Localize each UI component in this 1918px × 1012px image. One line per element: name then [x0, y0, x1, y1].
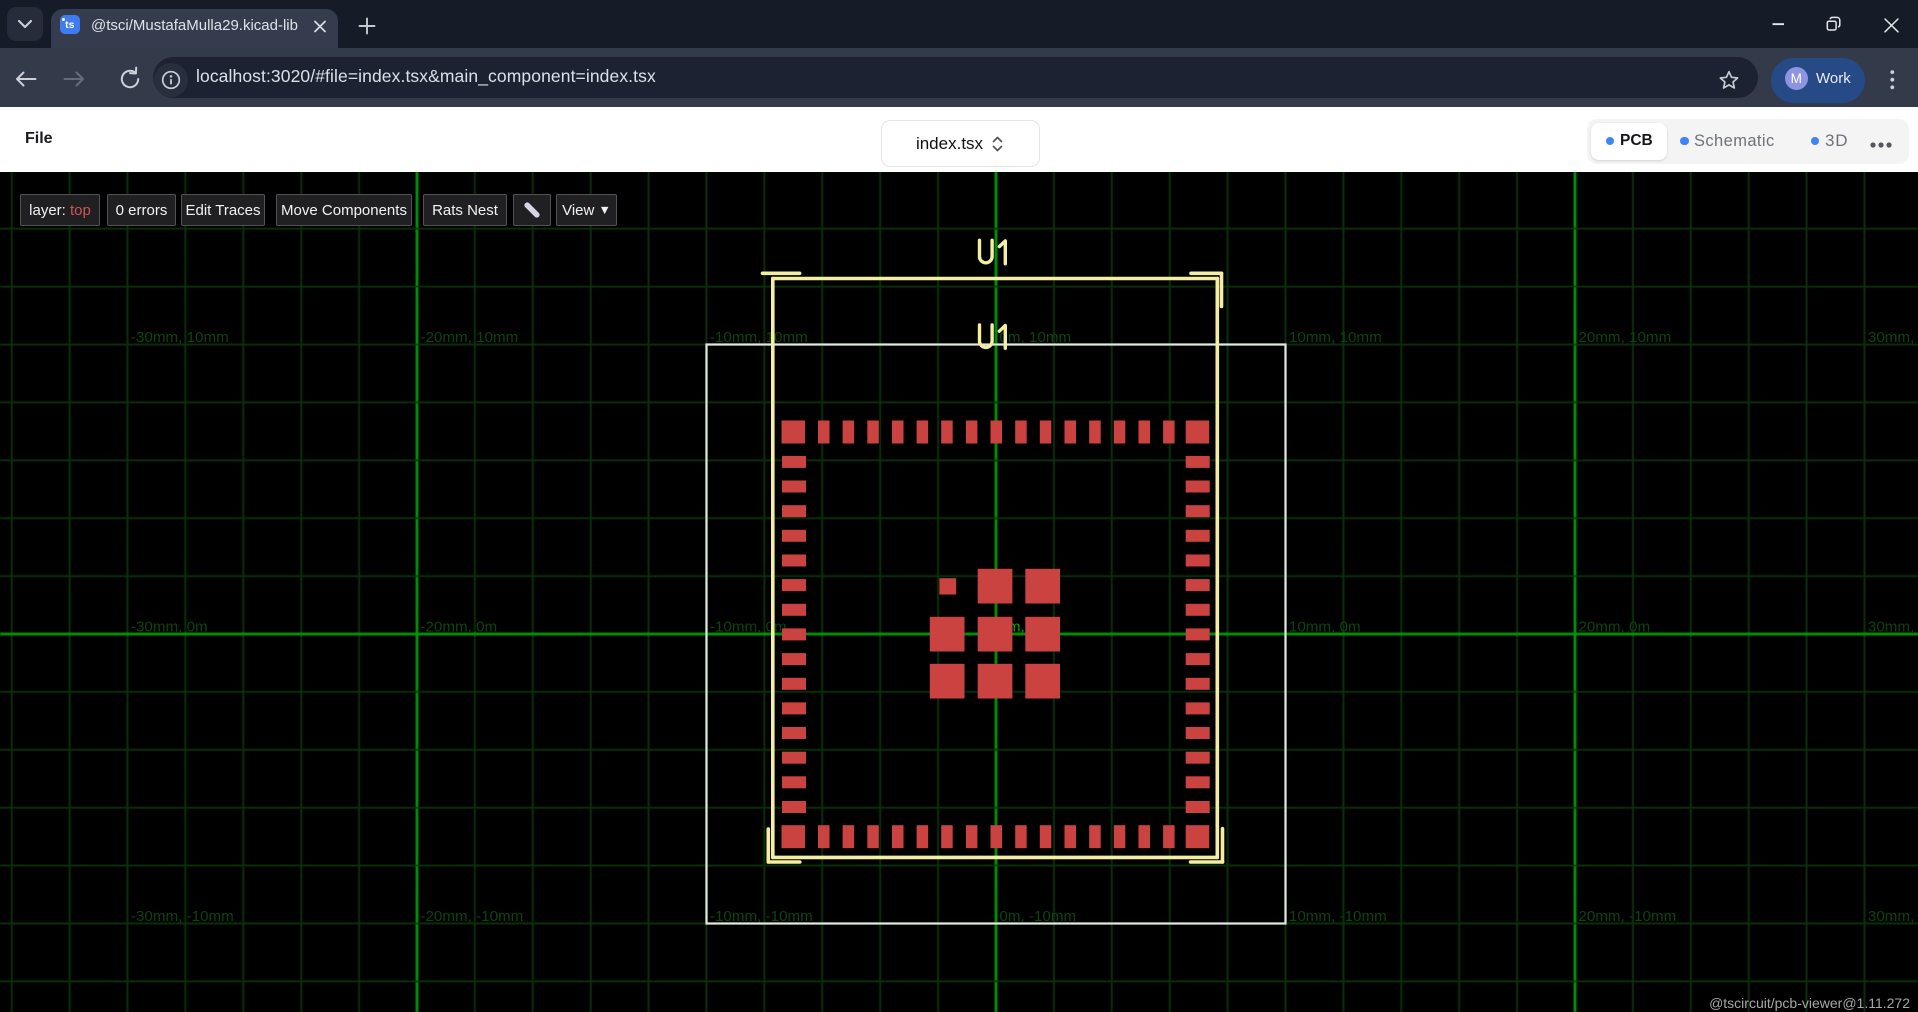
- svg-text:10mm, 0m: 10mm, 0m: [1289, 619, 1361, 636]
- svg-text:-20mm, 10mm: -20mm, 10mm: [420, 329, 518, 346]
- svg-text:-30mm, 10mm: -30mm, 10mm: [131, 329, 229, 346]
- svg-text:20mm, 10mm: 20mm, 10mm: [1578, 329, 1671, 346]
- svg-text:20mm, 0m: 20mm, 0m: [1578, 619, 1650, 636]
- svg-text:10mm, 10mm: 10mm, 10mm: [1289, 329, 1382, 346]
- svg-text:-20mm, -10mm: -20mm, -10mm: [420, 908, 523, 925]
- svg-text:-10mm, 0m: -10mm, 0m: [710, 619, 787, 636]
- svg-text:10mm, -10mm: 10mm, -10mm: [1289, 908, 1387, 925]
- svg-text:30mm, 0m: 30mm, 0m: [1868, 619, 1918, 636]
- svg-text:-20mm, 0m: -20mm, 0m: [420, 619, 497, 636]
- svg-text:30mm, -10mm: 30mm, -10mm: [1868, 908, 1918, 925]
- svg-text:-30mm, -10mm: -30mm, -10mm: [131, 908, 234, 925]
- svg-text:30mm, 10mm: 30mm, 10mm: [1868, 329, 1918, 346]
- svg-text:20mm, -10mm: 20mm, -10mm: [1578, 908, 1676, 925]
- svg-text:-30mm, 0m: -30mm, 0m: [131, 619, 208, 636]
